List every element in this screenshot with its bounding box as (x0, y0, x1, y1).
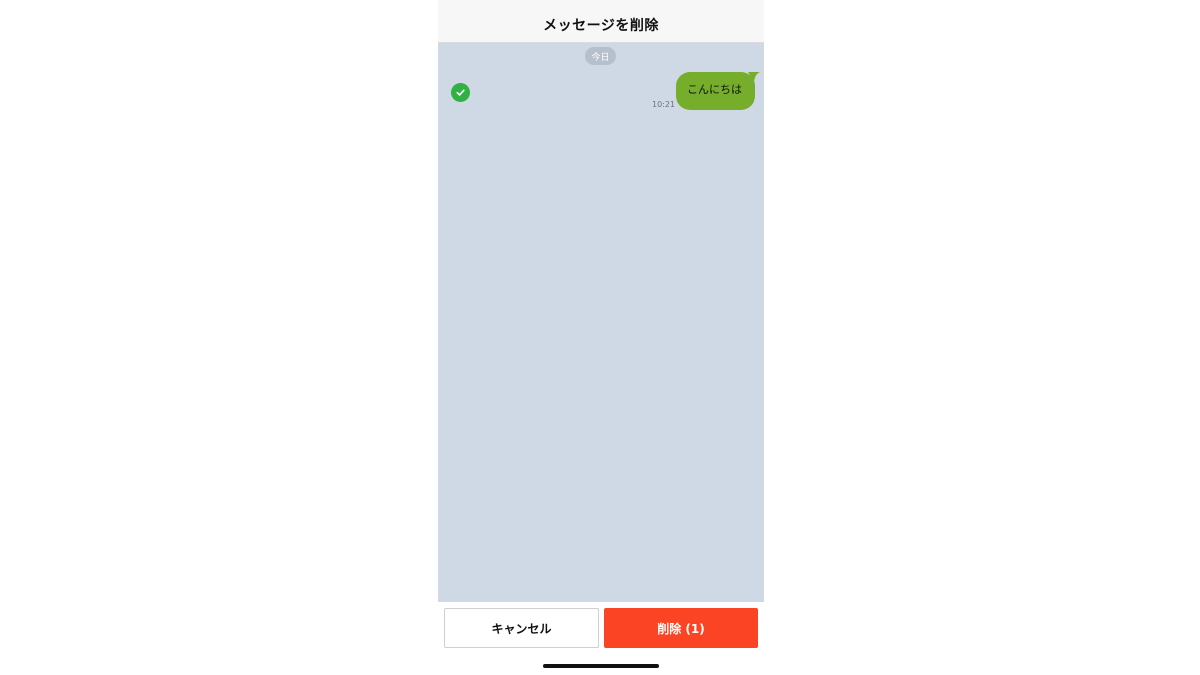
message-text: こんにちは (687, 83, 742, 96)
page-title: メッセージを削除 (543, 18, 659, 34)
home-indicator[interactable] (543, 664, 659, 668)
check-circle-icon (456, 89, 465, 96)
message-bubble[interactable]: こんにちは (676, 72, 760, 110)
bubble-tail (748, 72, 760, 82)
cancel-button[interactable]: キャンセル (444, 608, 599, 648)
header-bar: メッセージを削除 (438, 0, 764, 43)
action-footer: キャンセル 削除 (1) (438, 602, 764, 675)
delete-button[interactable]: 削除 (1) (604, 608, 758, 648)
date-separator: 今日 (585, 47, 616, 65)
message-time: 10:21 (652, 100, 676, 109)
phone-screen: メッセージを削除 今日 10:21 こんにちは キャンセル 削除 (1) (438, 0, 764, 675)
message-select-checkbox[interactable] (451, 83, 470, 102)
chat-area[interactable]: 今日 10:21 こんにちは (438, 43, 764, 602)
